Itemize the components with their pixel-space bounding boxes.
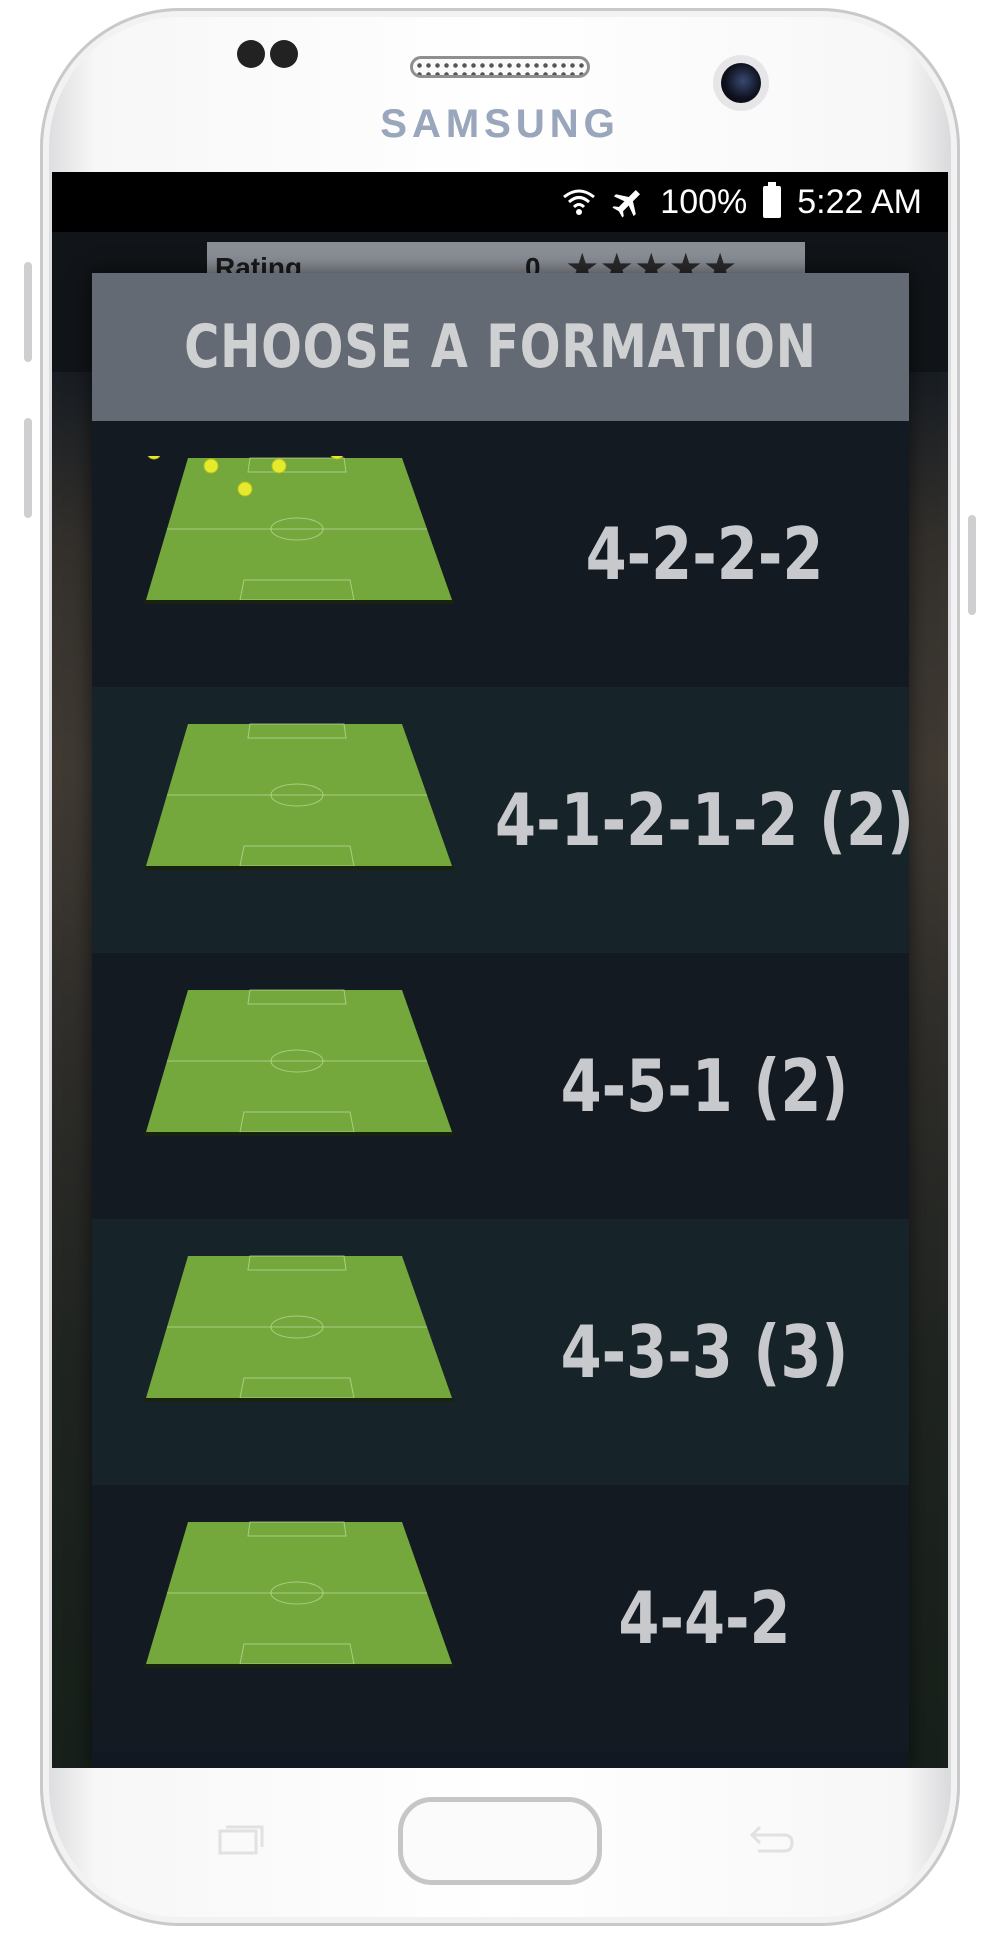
earpiece-speaker xyxy=(410,56,590,78)
formation-option-4-2-2-2[interactable]: 4-2-2-2 xyxy=(92,421,909,687)
battery-percent: 100% xyxy=(660,182,748,221)
pitch-diagram xyxy=(142,1520,464,1710)
pitch-diagram xyxy=(142,988,464,1178)
formation-name: 4-3-3 (3) xyxy=(560,1310,849,1394)
front-sensor-right xyxy=(270,40,298,68)
pitch-icon xyxy=(144,1521,454,1668)
formation-option-4-4-2[interactable]: 4-4-2 xyxy=(92,1485,909,1751)
back-icon[interactable] xyxy=(740,1815,800,1865)
pitch-diagram xyxy=(142,1254,464,1444)
power-button xyxy=(968,515,976,615)
wifi-icon xyxy=(562,187,596,217)
formation-option-4-1-2-1-2-2[interactable]: 4-1-2-1-2 (2) xyxy=(92,687,915,953)
formation-option-4-5-1-2[interactable]: 4-5-1 (2) xyxy=(92,953,909,1219)
formation-option-4-3-3-3[interactable]: 4-3-3 (3) xyxy=(92,1219,909,1485)
status-bar: 100% 5:22 AM xyxy=(52,172,948,232)
dialog-title: CHOOSE A FORMATION xyxy=(184,312,817,382)
home-button[interactable] xyxy=(398,1797,602,1885)
airplane-mode-icon xyxy=(612,186,644,218)
formation-dialog: CHOOSE A FORMATION 4-2-2-2 4-1-2-1-2 (2)… xyxy=(92,273,915,1768)
recent-apps-icon[interactable] xyxy=(210,1815,270,1865)
pitch-diagram xyxy=(142,722,464,912)
front-sensor-left xyxy=(237,40,265,68)
formation-name: 4-1-2-1-2 (2) xyxy=(494,778,915,862)
pitch-icon xyxy=(144,723,454,870)
pitch-diagram xyxy=(142,456,464,646)
dialog-header: CHOOSE A FORMATION xyxy=(92,273,909,421)
formation-name: 4-4-2 xyxy=(618,1576,791,1660)
screen: 100% 5:22 AM Rating 0 ★★★★★ CHOOSE A FOR… xyxy=(52,172,948,1768)
battery-icon xyxy=(763,182,782,218)
formation-name: 4-5-1 (2) xyxy=(560,1044,849,1128)
volume-up-button xyxy=(24,262,32,362)
pitch-icon xyxy=(144,1255,454,1402)
clock: 5:22 AM xyxy=(797,182,922,221)
pitch-icon xyxy=(144,989,454,1136)
volume-down-button xyxy=(24,418,32,518)
brand-logo: SAMSUNG xyxy=(0,102,1000,147)
formation-name: 4-2-2-2 xyxy=(585,512,824,596)
pitch-icon xyxy=(144,456,454,604)
